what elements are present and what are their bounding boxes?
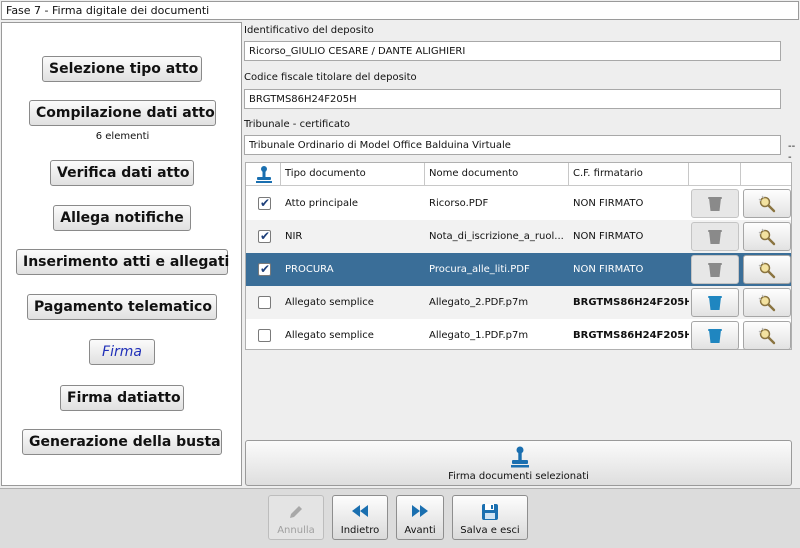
magnifier-icon	[758, 261, 776, 278]
sign-selected-button[interactable]: Firma documenti selezionati	[245, 440, 792, 486]
row-checkbox[interactable]: ✔	[258, 262, 271, 276]
trash-icon	[708, 295, 722, 310]
step-inserimento-atti-e-allegati[interactable]: Inserimento atti e allegati	[16, 249, 229, 275]
magnifier-icon	[758, 294, 776, 311]
save-and-exit-label: Salva e esci	[460, 525, 520, 536]
step-allega-notifiche[interactable]: Allega notifiche	[53, 205, 191, 231]
step-verifica-dati-atto[interactable]: Verifica dati atto	[50, 160, 194, 186]
delete-button[interactable]	[691, 189, 739, 218]
step-firma-datiatto[interactable]: Firma datiatto	[60, 385, 184, 411]
step-selezione-tipo-atto[interactable]: Selezione tipo atto	[42, 56, 202, 82]
cell-nome: Ricorso.PDF	[429, 198, 489, 209]
table-row[interactable]: Allegato semplice Allegato_2.PDF.p7m BRGTM…	[246, 286, 791, 319]
cell-tipo: Allegato semplice	[285, 297, 374, 308]
trash-icon	[708, 229, 722, 244]
magnifier-icon	[758, 195, 776, 212]
magnifier-icon	[758, 327, 776, 344]
table-row[interactable]: Allegato semplice Allegato_1.PDF.p7m BRGTM…	[246, 319, 791, 352]
table-row[interactable]: ✔ PROCURA Procura_alle_liti.PDF NON FIRMATO	[246, 253, 791, 286]
rewind-icon	[352, 505, 368, 517]
fast-forward-icon	[412, 505, 428, 517]
court-field[interactable]	[244, 135, 781, 155]
delete-button[interactable]	[691, 321, 739, 350]
row-checkbox[interactable]	[258, 296, 271, 309]
cell-cf: BRGTMS86H24F205H	[573, 297, 689, 308]
back-label: Indietro	[340, 525, 380, 536]
cancel-label: Annulla	[277, 525, 315, 536]
cell-tipo: Atto principale	[285, 198, 359, 209]
column-inspect	[741, 163, 791, 185]
bottom-navigation: Annulla Indietro Avanti Salva e esci	[0, 488, 800, 548]
save-and-exit-button[interactable]: Salva e esci	[452, 495, 528, 540]
delete-button[interactable]	[691, 288, 739, 317]
inspect-button[interactable]	[743, 321, 791, 350]
forward-label: Avanti	[404, 525, 436, 536]
cell-cf: NON FIRMATO	[573, 264, 644, 275]
table-row[interactable]: ✔ NIR Nota_di_iscrizione_a_ruol... NON FIRM…	[246, 220, 791, 253]
delete-button[interactable]	[691, 222, 739, 251]
court-suffix: ---	[788, 141, 796, 163]
window-title: Fase 7 - Firma digitale dei documenti	[1, 1, 799, 20]
steps-panel: Selezione tipo atto Compilazione dati at…	[1, 22, 242, 486]
court-label: Tribunale - certificato	[244, 119, 351, 130]
step-firma[interactable]: Firma	[89, 339, 155, 365]
trash-icon	[708, 196, 722, 211]
back-button[interactable]: Indietro	[332, 495, 388, 540]
documents-table: Tipo documento Nome documento C.F. firma…	[245, 162, 792, 350]
cell-tipo: PROCURA	[285, 264, 334, 275]
step-compilazione-dati-atto[interactable]: Compilazione dati atto	[29, 100, 216, 126]
trash-icon	[708, 262, 722, 277]
cell-cf: BRGTMS86H24F205H	[573, 330, 689, 341]
cell-tipo: NIR	[285, 231, 303, 242]
table-header: Tipo documento Nome documento C.F. firma…	[246, 163, 791, 186]
delete-button[interactable]	[691, 255, 739, 284]
check-mark-icon: ✔	[260, 196, 271, 210]
trash-icon	[708, 328, 722, 343]
cell-cf: NON FIRMATO	[573, 231, 644, 242]
tax-code-field[interactable]	[244, 89, 781, 109]
column-tipo-documento[interactable]: Tipo documento	[281, 163, 425, 185]
pencil-icon	[290, 506, 302, 518]
cell-nome: Allegato_1.PDF.p7m	[429, 330, 529, 341]
cell-nome: Procura_alle_liti.PDF	[429, 264, 530, 275]
select-all-column[interactable]	[246, 163, 281, 185]
floppy-disk-icon	[482, 504, 498, 520]
cell-cf: NON FIRMATO	[573, 198, 644, 209]
sign-selected-label: Firma documenti selezionati	[448, 471, 589, 482]
step-pagamento-telematico[interactable]: Pagamento telematico	[27, 294, 217, 320]
inspect-button[interactable]	[743, 189, 791, 218]
deposit-id-field[interactable]	[244, 41, 781, 61]
inspect-button[interactable]	[743, 222, 791, 251]
magnifier-icon	[758, 228, 776, 245]
tax-code-label: Codice fiscale titolare del deposito	[244, 72, 417, 83]
stamp-icon	[256, 166, 272, 183]
row-checkbox[interactable]: ✔	[258, 229, 271, 243]
stamp-icon	[511, 446, 529, 468]
column-cf-firmatario[interactable]: C.F. firmatario	[569, 163, 689, 185]
inspect-button[interactable]	[743, 288, 791, 317]
cell-nome: Allegato_2.PDF.p7m	[429, 297, 529, 308]
cell-tipo: Allegato semplice	[285, 330, 374, 341]
row-checkbox[interactable]: ✔	[258, 196, 271, 210]
forward-button[interactable]: Avanti	[396, 495, 444, 540]
inspect-button[interactable]	[743, 255, 791, 284]
row-checkbox[interactable]	[258, 329, 271, 342]
step-compilazione-note: 6 elementi	[95, 131, 150, 142]
check-mark-icon: ✔	[260, 262, 271, 276]
column-nome-documento[interactable]: Nome documento	[425, 163, 569, 185]
cell-nome: Nota_di_iscrizione_a_ruol...	[429, 231, 564, 242]
cancel-button[interactable]: Annulla	[268, 495, 324, 540]
column-delete	[689, 163, 741, 185]
step-generazione-della-busta[interactable]: Generazione della busta	[22, 429, 222, 455]
check-mark-icon: ✔	[260, 229, 271, 243]
table-row[interactable]: ✔ Atto principale Ricorso.PDF NON FIRMATO	[246, 187, 791, 220]
deposit-id-label: Identificativo del deposito	[244, 25, 374, 36]
